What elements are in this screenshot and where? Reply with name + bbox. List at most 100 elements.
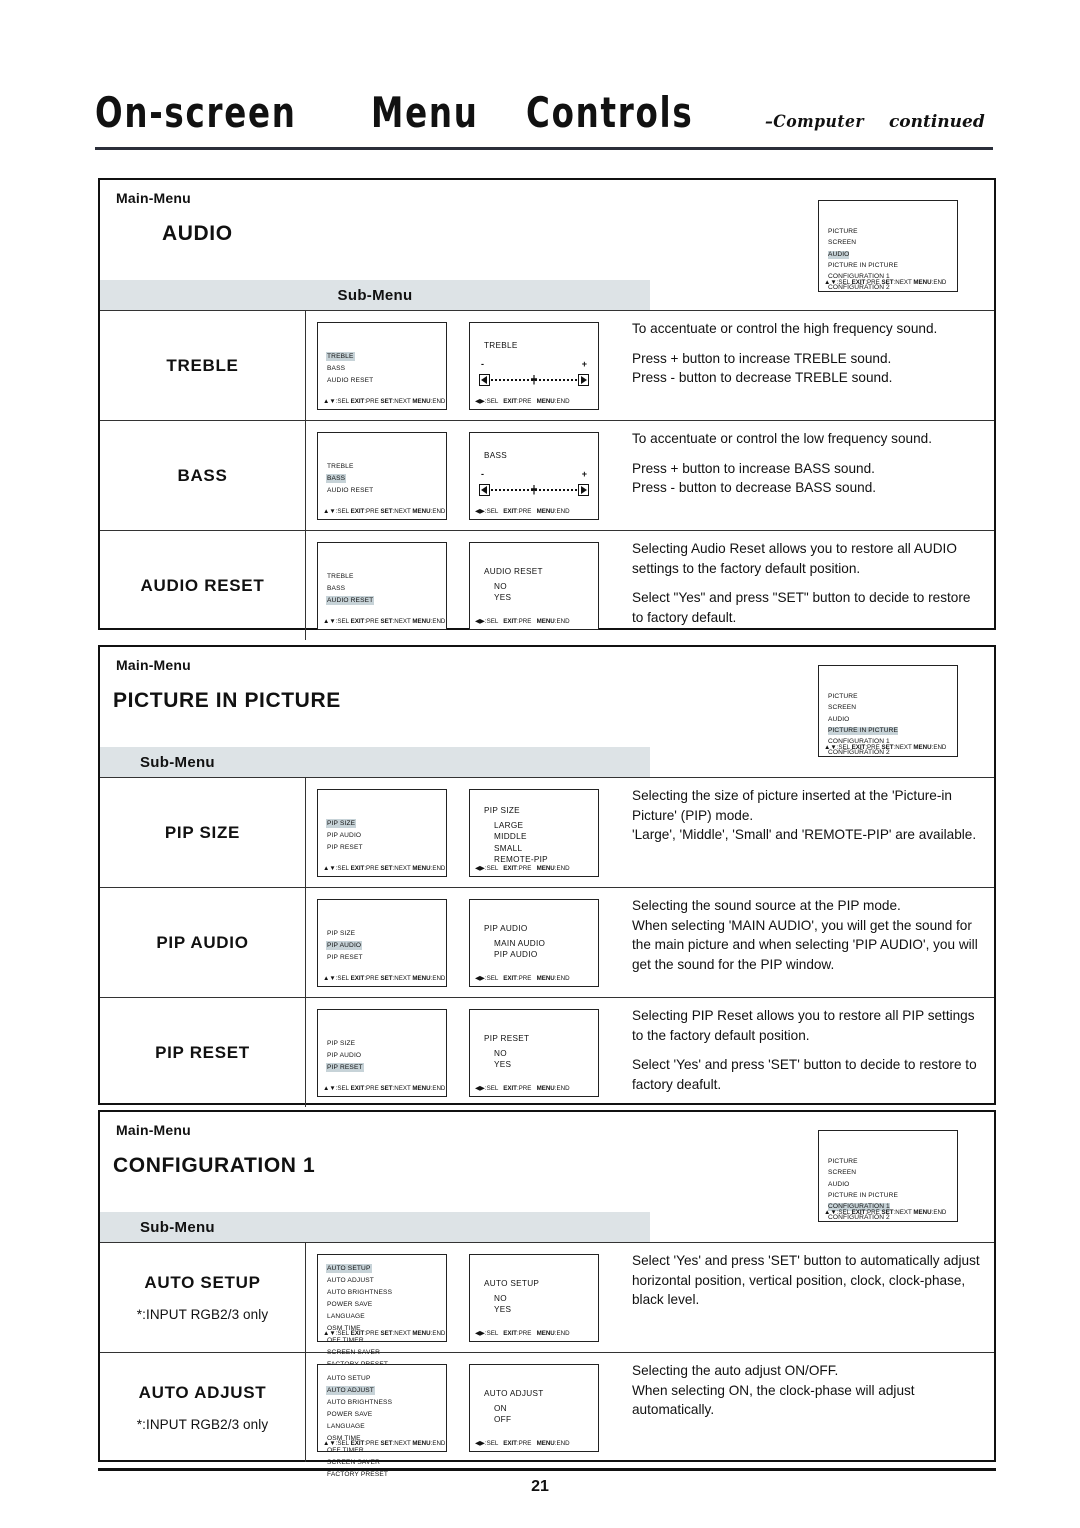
value-osd-option[interactable]: YES — [494, 592, 511, 604]
value-osd-option[interactable]: YES — [494, 1304, 511, 1316]
row-label: AUTO ADJUST — [138, 1383, 267, 1402]
value-osd-preview: AUTO SETUP NO YES ◀▶:SEL EXIT:PRE MENU:END — [469, 1253, 599, 1342]
slider-dots — [490, 484, 578, 496]
submenu-osd-row: SCREEN SAVER — [326, 1345, 393, 1357]
value-osd-option[interactable]: NO — [494, 1048, 511, 1060]
value-osd-option[interactable]: SMALL — [494, 843, 548, 855]
slider-plus-label: + — [581, 468, 587, 479]
section-rows: PIP SIZE PIP SIZE PIP AUDIO PIP RESET ▲▼:SEL… — [100, 777, 994, 1107]
row-label-cell: TREBLE — [100, 311, 306, 420]
submenu-osd-preview: AUTO SETUP AUTO ADJUST AUTO BRIGHTNESS POWE… — [317, 1363, 447, 1478]
slider-knob[interactable] — [531, 374, 537, 385]
submenu-osd-item: OFF TIMER — [327, 1446, 364, 1454]
sub-menu-label: Sub-Menu — [337, 286, 413, 304]
main-menu-osd-row: AUDIO — [828, 713, 957, 724]
submenu-osd-item: PIP SIZE — [326, 818, 357, 828]
submenu-osd-row: PIP SIZE — [326, 926, 364, 938]
submenu-osd-row: SCREEN SAVER — [326, 1455, 393, 1467]
section-title: PICTURE IN PICTURE — [113, 689, 341, 712]
submenu-osd-cell: PIP SIZE PIP AUDIO PIP RESET ▲▼:SEL EXIT:PR… — [306, 888, 458, 997]
slider-plus-label: + — [581, 358, 587, 369]
value-osd-option[interactable]: MAIN AUDIO — [494, 938, 545, 950]
main-menu-osd-item: SCREEN — [828, 239, 857, 247]
value-osd-option[interactable]: ON — [494, 1403, 511, 1415]
submenu-osd-item: PIP AUDIO — [327, 1051, 362, 1059]
slider-left-arrow-icon[interactable] — [479, 483, 490, 496]
description-spacer — [632, 339, 937, 349]
value-osd-option[interactable]: NO — [494, 1293, 511, 1305]
row-label: PIP AUDIO — [156, 932, 249, 952]
slider-right-arrow-icon[interactable] — [578, 373, 589, 386]
row-description-cell: To accentuate or control the high freque… — [610, 311, 994, 420]
submenu-osd-list: AUTO SETUP AUTO ADJUST AUTO BRIGHTNESS POWE… — [326, 1261, 393, 1369]
value-osd-option[interactable]: YES — [494, 1059, 511, 1071]
submenu-osd-item: TREBLE — [327, 462, 354, 470]
row-label-cell: AUTO ADJUST *:INPUT RGB2/3 only — [100, 1353, 306, 1462]
sub-menu-label: Sub-Menu — [140, 753, 215, 771]
row-description-cell: Selecting the sound source at the PIP mo… — [610, 888, 994, 997]
value-osd-option[interactable]: OFF — [494, 1414, 511, 1426]
submenu-osd-cell: AUTO SETUP AUTO ADJUST AUTO BRIGHTNESS POWE… — [306, 1353, 458, 1478]
row-description: Selecting Audio Reset allows you to rest… — [632, 539, 980, 627]
submenu-osd-item: AUTO SETUP — [326, 1263, 372, 1273]
value-osd-options: NO YES — [494, 1048, 511, 1071]
value-slider[interactable]: - + — [479, 469, 589, 499]
description-primary: Selecting the size of picture inserted a… — [632, 788, 977, 842]
submenu-osd-cell: TREBLE BASS AUDIO RESET ▲▼:SEL EXIT:PRE SET… — [306, 531, 458, 640]
slider-knob[interactable] — [531, 484, 537, 495]
description-primary: Selecting the auto adjust ON/OFF. When se… — [632, 1363, 915, 1417]
slider-track[interactable] — [479, 483, 589, 496]
row-label: TREBLE — [166, 355, 239, 375]
submenu-osd-item: AUDIO RESET — [327, 486, 374, 494]
submenu-osd-row: BASS — [326, 581, 374, 593]
page-title-word-1: On-screen — [95, 88, 297, 137]
osd-footer-hint: ▲▼:SEL EXIT:PRE SET:NEXT MENU:END — [323, 974, 446, 982]
submenu-osd-item: BASS — [326, 473, 347, 483]
main-menu-osd-item: PICTURE — [828, 228, 858, 235]
table-row: PIP RESET PIP SIZE PIP AUDIO PIP RESET ▲▼:SE… — [100, 997, 994, 1107]
value-osd-title: AUDIO RESET — [484, 566, 543, 576]
value-osd-preview: PIP AUDIO MAIN AUDIO PIP AUDIO ◀▶:SEL EXIT:… — [469, 898, 599, 987]
description-primary: Selecting the sound source at the PIP mo… — [632, 898, 978, 972]
slider-right-arrow-icon[interactable] — [578, 483, 589, 496]
main-menu-osd-row: PICTURE IN PICTURE — [828, 724, 957, 736]
submenu-osd-cell: TREBLE BASS AUDIO RESET ▲▼:SEL EXIT:PRE SET… — [306, 421, 458, 530]
submenu-osd-row: TREBLE — [326, 459, 374, 471]
osd-footer-hint: ▲▼:SEL EXIT:PRE SET:NEXT MENU:END — [323, 1329, 446, 1337]
value-osd-options: LARGE MIDDLE SMALL REMOTE-PIP — [494, 820, 548, 866]
page-number: 21 — [531, 1478, 549, 1495]
row-description: To accentuate or control the high freque… — [632, 319, 937, 388]
submenu-osd-row: BASS — [326, 361, 374, 373]
submenu-osd-row: AUTO ADJUST — [326, 1383, 393, 1395]
submenu-osd-row: PIP AUDIO — [326, 938, 364, 950]
value-osd-preview: TREBLE - + ◀▶:SEL EXIT:PRE MENU:END — [469, 321, 599, 410]
value-osd-options: MAIN AUDIO PIP AUDIO — [494, 938, 545, 961]
submenu-osd-preview: AUTO SETUP AUTO ADJUST AUTO BRIGHTNESS POWE… — [317, 1253, 447, 1368]
row-description: Selecting the auto adjust ON/OFF. When se… — [632, 1361, 980, 1420]
osd-footer-hint: ◀▶:SEL EXIT:PRE MENU:END — [475, 507, 570, 515]
slider-dots — [490, 374, 578, 386]
value-osd-cell: AUTO SETUP NO YES ◀▶:SEL EXIT:PRE MENU:END — [458, 1243, 610, 1352]
slider-left-arrow-icon[interactable] — [479, 373, 490, 386]
main-menu-osd-row: PICTURE — [828, 690, 957, 701]
row-label-cell: PIP AUDIO — [100, 888, 306, 997]
section-title: CONFIGURATION 1 — [113, 1154, 316, 1177]
submenu-osd-row: AUTO BRIGHTNESS — [326, 1395, 393, 1407]
value-slider[interactable]: - + — [479, 359, 589, 389]
value-osd-option[interactable]: LARGE — [494, 820, 548, 832]
value-osd-option[interactable]: NO — [494, 581, 511, 593]
page-title-word-2: Menu — [371, 88, 479, 137]
page-subtitle-continued: continued — [888, 112, 985, 132]
submenu-osd-item: AUTO ADJUST — [326, 1385, 375, 1395]
section-title: AUDIO — [162, 222, 233, 245]
value-osd-options: ON OFF — [494, 1403, 511, 1426]
value-osd-options: NO YES — [494, 581, 511, 604]
value-osd-preview: AUDIO RESET NO YES ◀▶:SEL EXIT:PRE MENU:END — [469, 541, 599, 630]
submenu-osd-item: AUTO BRIGHTNESS — [327, 1398, 393, 1406]
main-menu-label: Main-Menu — [116, 1122, 191, 1138]
value-osd-option[interactable]: PIP AUDIO — [494, 949, 545, 961]
slider-track[interactable] — [479, 373, 589, 386]
value-osd-option[interactable]: MIDDLE — [494, 831, 548, 843]
main-menu-osd-item: SCREEN — [828, 704, 857, 712]
description-primary: Selecting Audio Reset allows you to rest… — [632, 541, 957, 576]
